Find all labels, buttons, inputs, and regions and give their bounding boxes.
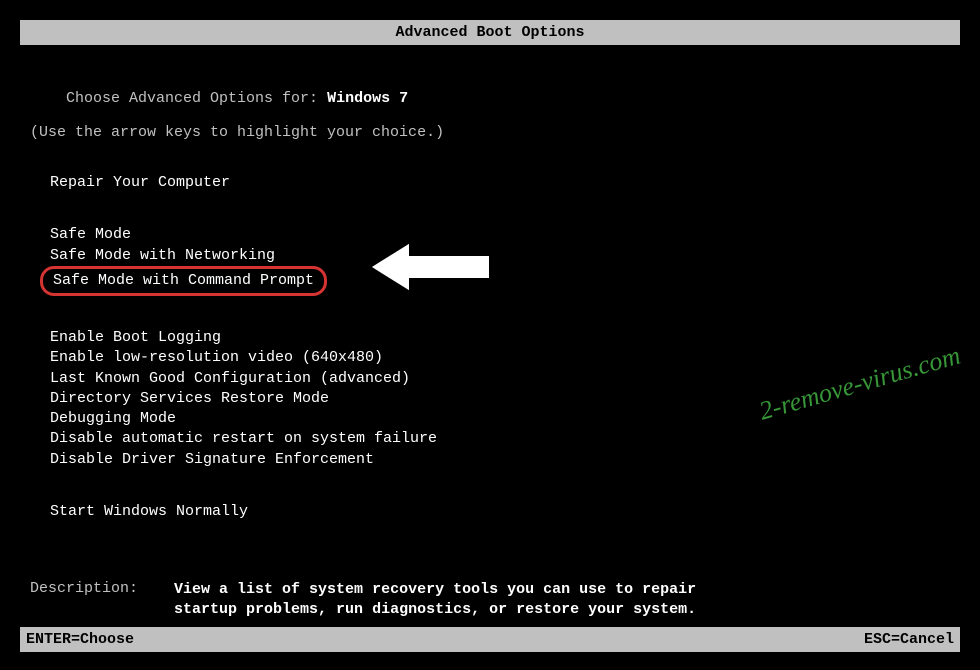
menu-section: Repair Your Computer Safe Mode Safe Mode… bbox=[30, 173, 950, 522]
menu-low-resolution[interactable]: Enable low-resolution video (640x480) bbox=[50, 348, 950, 368]
description-section: Description: View a list of system recov… bbox=[30, 580, 950, 621]
highlight-annotation: Safe Mode with Command Prompt bbox=[40, 266, 327, 296]
menu-last-known-good[interactable]: Last Known Good Configuration (advanced) bbox=[50, 369, 950, 389]
advanced-group: Enable Boot Logging Enable low-resolutio… bbox=[50, 328, 950, 470]
footer-bar: ENTER=Choose ESC=Cancel bbox=[20, 627, 960, 652]
instruction-text: (Use the arrow keys to highlight your ch… bbox=[30, 124, 950, 141]
description-text: View a list of system recovery tools you… bbox=[174, 580, 734, 621]
menu-repair-computer[interactable]: Repair Your Computer bbox=[50, 173, 950, 193]
intro-line: Choose Advanced Options for: Windows 7 bbox=[30, 73, 950, 124]
os-name: Windows 7 bbox=[327, 90, 408, 107]
title-text: Advanced Boot Options bbox=[395, 24, 584, 41]
menu-safe-mode-command-prompt[interactable]: Safe Mode with Command Prompt bbox=[50, 266, 337, 296]
menu-directory-services[interactable]: Directory Services Restore Mode bbox=[50, 389, 950, 409]
menu-start-normally[interactable]: Start Windows Normally bbox=[50, 502, 950, 522]
footer-enter: ENTER=Choose bbox=[26, 631, 134, 648]
content-area: Choose Advanced Options for: Windows 7 (… bbox=[0, 45, 980, 621]
normal-group: Start Windows Normally bbox=[50, 502, 950, 522]
menu-boot-logging[interactable]: Enable Boot Logging bbox=[50, 328, 950, 348]
menu-debugging-mode[interactable]: Debugging Mode bbox=[50, 409, 950, 429]
menu-disable-driver-sig[interactable]: Disable Driver Signature Enforcement bbox=[50, 450, 950, 470]
menu-disable-auto-restart[interactable]: Disable automatic restart on system fail… bbox=[50, 429, 950, 449]
footer-esc: ESC=Cancel bbox=[864, 631, 954, 648]
description-label: Description: bbox=[30, 580, 174, 621]
intro-prefix: Choose Advanced Options for: bbox=[66, 90, 327, 107]
title-bar: Advanced Boot Options bbox=[20, 20, 960, 45]
arrow-annotation-icon bbox=[362, 238, 502, 301]
